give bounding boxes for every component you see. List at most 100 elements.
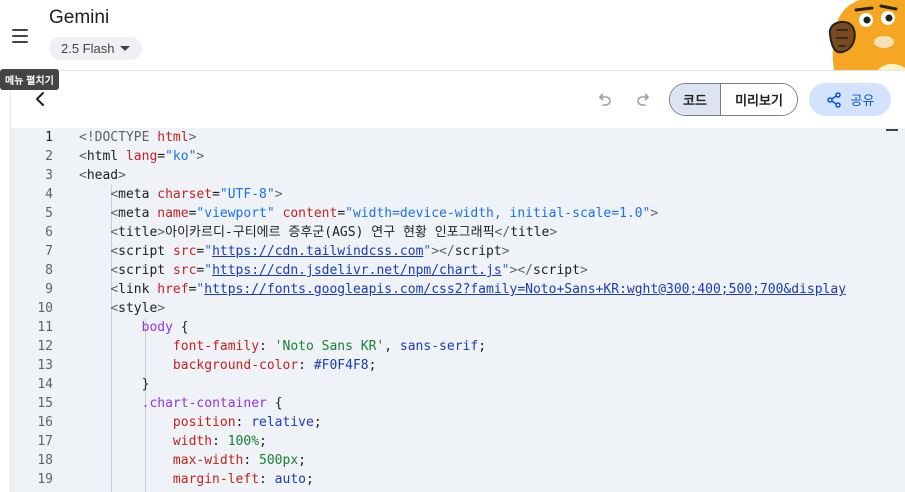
code-token: = <box>157 149 166 164</box>
share-label: 공유 <box>850 93 875 108</box>
code-token: > <box>118 168 126 183</box>
code-token: "ko" <box>165 149 197 164</box>
code-token: ></ <box>509 263 533 278</box>
code-token: https://fonts.googleapis.com/css2?family… <box>204 282 847 297</box>
code-token: "width=device-width, initial-scale=1.0" <box>345 206 651 221</box>
code-token: : <box>298 358 314 373</box>
line-number: 16 <box>37 415 53 430</box>
code-token: ; <box>305 472 314 487</box>
code-token: < <box>110 244 119 259</box>
code-token: width <box>172 434 213 449</box>
code-token: link <box>118 282 158 297</box>
top-bar: Gemini 2.5 Flash <box>0 0 905 76</box>
code-token: background-color <box>172 358 299 373</box>
code-token: > <box>157 225 166 240</box>
code-line: <title>아이카르디-구티에르 증후군(AGS) 연구 현황 인포그래픽</… <box>79 223 905 242</box>
code-token: script <box>118 244 173 259</box>
code-token: font-family <box>172 339 260 354</box>
model-selector[interactable]: 2.5 Flash <box>49 37 143 60</box>
code-token: script <box>532 263 580 278</box>
line-number-gutter: 1 2 3 4 5 6 7 8 9 10 11 12 13 14 15 16 17 18 19 <box>11 128 71 492</box>
code-token: https://cdn.tailwindcss.com <box>212 244 424 259</box>
code-token: html <box>86 149 126 164</box>
code-token: name <box>157 206 189 221</box>
code-token: > <box>188 130 197 145</box>
code-token: sans-serif <box>399 339 479 354</box>
code-token: #F0F4F8 <box>313 358 369 373</box>
code-line: max-width: 500px; <box>79 451 905 470</box>
code-token: ; <box>368 358 377 373</box>
code-token: relative <box>251 415 314 430</box>
code-token: ; <box>478 339 487 354</box>
line-number: 5 <box>45 206 53 221</box>
code-token: .chart-container <box>141 396 275 411</box>
code-token: , <box>384 339 400 354</box>
code-line: <script src="https://cdn.tailwindcss.com… <box>79 242 905 261</box>
code-token: : <box>243 453 260 468</box>
code-token: 100% <box>227 434 260 449</box>
code-token: head <box>86 168 119 183</box>
code-editor[interactable]: 1 2 3 4 5 6 7 8 9 10 11 12 13 14 15 16 17 18 19 <!DOCTYPE … <box>11 128 905 492</box>
code-token: style <box>118 301 158 316</box>
line-number: 19 <box>37 472 53 487</box>
code-token: < <box>110 263 119 278</box>
preview-tab-button[interactable]: 미리보기 <box>721 84 797 115</box>
code-tab-button[interactable]: 코드 <box>670 84 721 115</box>
code-content[interactable]: <!DOCTYPE html> <html lang="ko"> <head> <m… <box>79 128 905 492</box>
menu-tooltip: 메뉴 펼치기 <box>0 69 59 90</box>
hamburger-icon[interactable] <box>12 29 28 43</box>
canvas-panel: 코드 미리보기 공유 1 2 3 4 5 6 7 8 9 10 11 12 13 14 15 16 17 18 19… <box>10 70 905 492</box>
code-line: <script src="https://cdn.jsdelivr.net/np… <box>79 261 905 280</box>
canvas-header: 코드 미리보기 공유 <box>11 71 905 128</box>
code-line: background-color: #F0F4F8; <box>79 356 905 375</box>
chevron-left-icon[interactable] <box>31 89 49 109</box>
share-button[interactable]: 공유 <box>809 83 891 116</box>
line-number: 6 <box>45 225 53 240</box>
line-number: 18 <box>37 453 53 468</box>
code-token: > <box>274 187 283 202</box>
code-token: auto <box>274 472 306 487</box>
code-token: < <box>110 301 119 316</box>
code-token: "UTF-8" <box>219 187 275 202</box>
code-line: <style> <box>79 299 905 318</box>
code-token: script <box>454 244 502 259</box>
code-line: font-family: 'Noto Sans KR', sans-serif; <box>79 337 905 356</box>
redo-icon[interactable] <box>635 90 653 108</box>
mascot-avatar <box>828 0 905 76</box>
code-token: > <box>579 263 588 278</box>
code-token: ; <box>259 434 267 449</box>
code-token: { <box>180 320 189 335</box>
line-number: 1 <box>45 130 53 145</box>
undo-icon[interactable] <box>595 90 613 108</box>
code-token: : <box>259 339 275 354</box>
code-token: " <box>501 263 510 278</box>
code-token: </ <box>494 225 511 240</box>
line-number: 10 <box>37 301 53 316</box>
code-token: title <box>510 225 550 240</box>
line-number: 11 <box>37 320 53 335</box>
code-token: > <box>196 149 205 164</box>
code-line: width: 100%; <box>79 432 905 451</box>
view-toggle: 코드 미리보기 <box>669 83 798 116</box>
code-line: <html lang="ko"> <box>79 147 905 166</box>
code-token: lang <box>125 149 158 164</box>
code-token: position <box>172 415 236 430</box>
code-token: > <box>549 225 558 240</box>
code-token: 'Noto Sans KR' <box>274 339 385 354</box>
scrollbar-marker[interactable] <box>886 129 898 131</box>
code-line: margin-left: auto; <box>79 470 905 489</box>
code-token: : <box>259 472 275 487</box>
code-token: html <box>157 130 189 145</box>
code-token: title <box>118 225 158 240</box>
line-number: 9 <box>45 282 53 297</box>
